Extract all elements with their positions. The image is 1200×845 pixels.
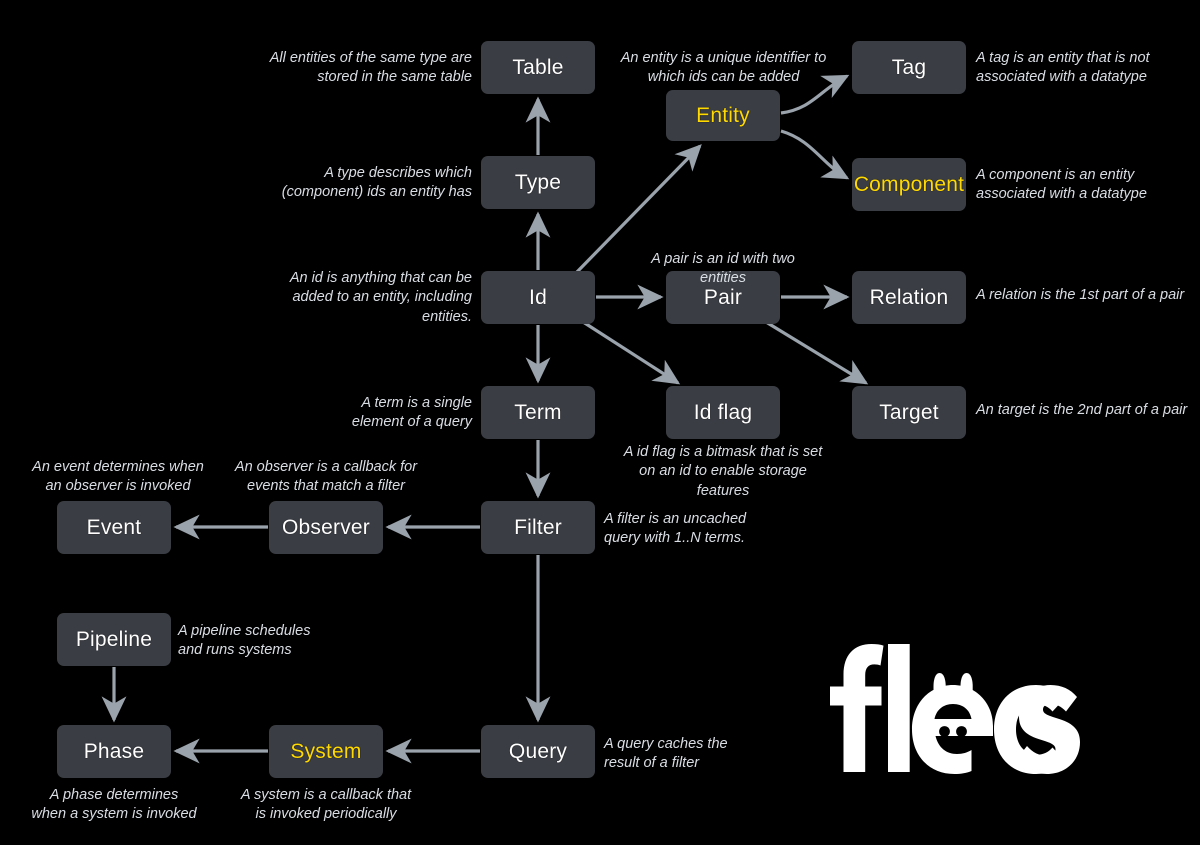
- edge-id-to-idflag: [579, 318, 681, 385]
- node-system[interactable]: System: [269, 725, 383, 778]
- node-event[interactable]: Event: [57, 501, 171, 554]
- flecs-logo: [783, 641, 1093, 777]
- annotation-component-note: A component is an entity associated with…: [976, 167, 1147, 203]
- annotation-phase-note: A phase determines when a system is invo…: [31, 787, 197, 823]
- node-observer[interactable]: Observer: [269, 501, 383, 554]
- annotation-term-note: A term is a single element of a query: [351, 395, 472, 431]
- annotation-id-note: An id is anything that can be added to a…: [289, 270, 472, 325]
- node-target[interactable]: Target: [852, 386, 966, 439]
- annotation-filter-note: A filter is an uncached query with 1..N …: [604, 511, 747, 547]
- annotation-entity-note: An entity is a unique identifier to whic…: [620, 50, 827, 86]
- annotation-idflag-note: A id flag is a bitmask that is set on an…: [623, 444, 823, 499]
- annotation-query-note: A query caches the result of a filter: [604, 736, 728, 772]
- edge-entity-to-component: [780, 129, 850, 180]
- annotation-table-note: All entities of the same type are stored…: [269, 50, 472, 86]
- node-term[interactable]: Term: [481, 386, 595, 439]
- node-phase[interactable]: Phase: [57, 725, 171, 778]
- annotation-target-note: An target is the 2nd part of a pair: [976, 402, 1188, 418]
- annotation-pair-note: A pair is an id with two entities: [651, 251, 795, 287]
- node-table[interactable]: Table: [481, 41, 595, 94]
- node-id[interactable]: Id: [481, 271, 595, 324]
- annotation-pipeline-note: A pipeline schedules and runs systems: [178, 623, 311, 659]
- node-idflag[interactable]: Id flag: [666, 386, 780, 439]
- annotation-tag-note: A tag is an entity that is not associate…: [976, 50, 1150, 86]
- annotation-type-note: A type describes which (component) ids a…: [281, 165, 472, 201]
- flecs-wordmark-icon: [830, 644, 1080, 774]
- node-pipeline[interactable]: Pipeline: [57, 613, 171, 666]
- node-relation[interactable]: Relation: [852, 271, 966, 324]
- node-type[interactable]: Type: [481, 156, 595, 209]
- node-component[interactable]: Component: [852, 158, 966, 211]
- edge-pair-to-target: [765, 320, 869, 385]
- node-query[interactable]: Query: [481, 725, 595, 778]
- node-entity[interactable]: Entity: [666, 90, 780, 141]
- node-tag[interactable]: Tag: [852, 41, 966, 94]
- annotation-relation-note: A relation is the 1st part of a pair: [976, 287, 1185, 303]
- annotation-event-note: An event determines when an observer is …: [32, 459, 204, 495]
- annotation-observer-note: An observer is a callback for events tha…: [234, 459, 418, 495]
- annotation-system-note: A system is a callback that is invoked p…: [240, 787, 412, 823]
- node-filter[interactable]: Filter: [481, 501, 595, 554]
- diagram-canvas: Table Type Id Term Filter Query Entity Pair Id f…: [0, 0, 1200, 845]
